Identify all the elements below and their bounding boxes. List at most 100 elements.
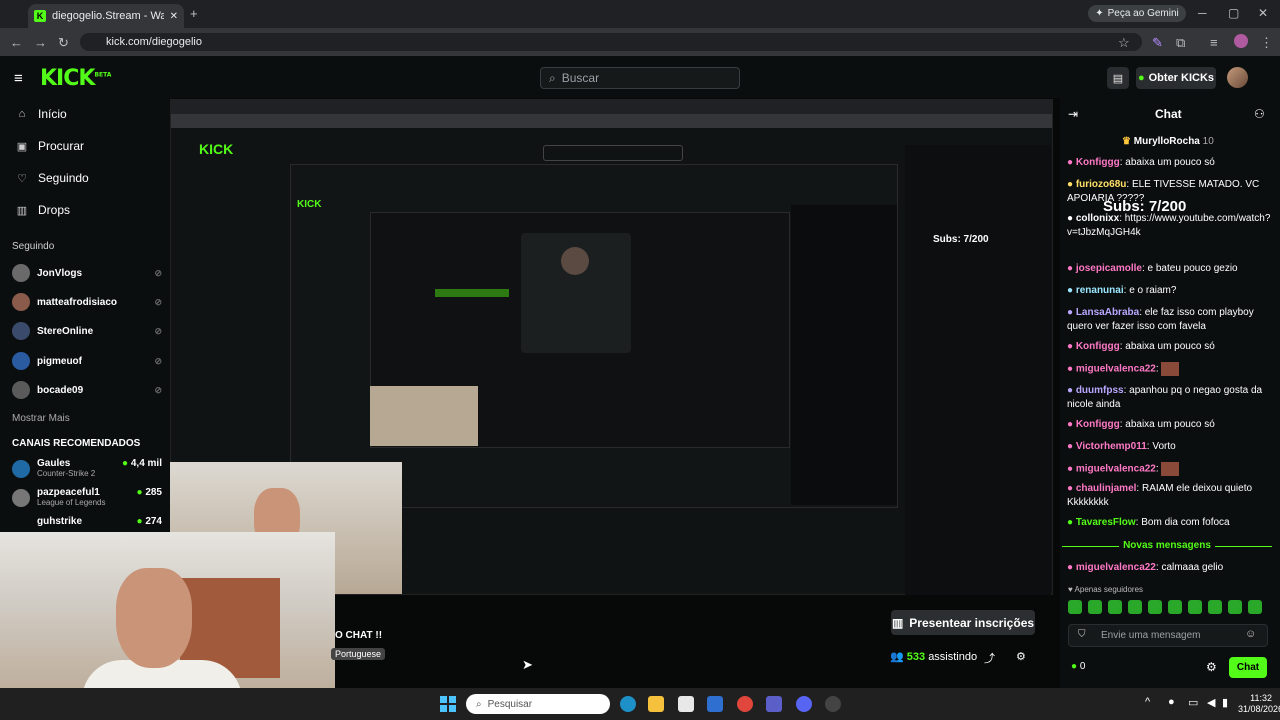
emote-icon[interactable] <box>1088 600 1102 614</box>
emote-icon[interactable] <box>1228 600 1242 614</box>
maximize-icon[interactable]: ▢ <box>1228 6 1239 20</box>
gift-subs-button[interactable]: ▥ Presentear inscrições <box>891 610 1035 635</box>
forward-icon[interactable]: → <box>34 35 47 50</box>
chat-username[interactable]: LansaAbraba <box>1076 307 1139 318</box>
chat-username[interactable]: josepicamolle <box>1076 263 1142 274</box>
recommended-channel[interactable]: Gaules Counter-Strike 2 ● 4,4 mil <box>12 458 162 478</box>
hide-icon[interactable]: ⊘ <box>154 356 162 367</box>
settings-sliders-icon[interactable]: ⚙ <box>1016 650 1026 663</box>
recommended-channel[interactable]: guhstrike ● 274 <box>12 516 162 527</box>
channel-avatar <box>12 264 30 282</box>
chat-username[interactable]: chaulinjamel <box>1076 483 1137 494</box>
media-icon[interactable]: ≡ <box>1210 35 1218 50</box>
chat-username[interactable]: Konfiggg <box>1076 157 1120 168</box>
close-window-icon[interactable]: ✕ <box>1258 6 1268 20</box>
file-explorer-icon[interactable] <box>648 696 664 712</box>
following-channel[interactable]: matteafrodisiaco ⊘ <box>12 293 162 311</box>
following-channel[interactable]: bocade09 ⊘ <box>12 381 162 399</box>
microphone-icon[interactable]: ● <box>1168 696 1175 708</box>
reload-icon[interactable]: ↻ <box>58 35 69 51</box>
hide-icon[interactable]: ⊘ <box>154 268 162 279</box>
following-channel[interactable]: pigmeuof ⊘ <box>12 352 162 370</box>
tray-chevron-icon[interactable]: ^ <box>1145 696 1150 708</box>
nav-label: Drops <box>38 203 71 217</box>
emote-icon[interactable] <box>1168 600 1182 614</box>
emote-icon[interactable] <box>1108 600 1122 614</box>
kick-logo[interactable]: KICKBETA <box>40 66 111 91</box>
hide-icon[interactable]: ⊘ <box>154 385 162 396</box>
gift-icon: ▥ <box>16 204 28 217</box>
chat-username[interactable]: furiozo68u <box>1076 179 1127 190</box>
search-input[interactable]: ⌕ Buscar <box>540 67 740 89</box>
taskbar-clock[interactable]: 11:32 31/08/2026 <box>1238 693 1280 715</box>
volume-icon[interactable]: ◀ <box>1207 696 1215 709</box>
chat-settings-icon[interactable]: ⚙ <box>1206 660 1217 674</box>
nav-procurar[interactable]: ▣ Procurar <box>16 139 84 153</box>
chat-username[interactable]: Victorhemp011 <box>1076 441 1147 452</box>
store-icon[interactable] <box>678 696 694 712</box>
emote-icon[interactable] <box>1208 600 1222 614</box>
emote-icon[interactable] <box>1148 600 1162 614</box>
minimize-icon[interactable]: ─ <box>1198 6 1207 20</box>
emote-icon[interactable] <box>1128 600 1142 614</box>
new-messages-label[interactable]: Novas mensagens <box>1062 540 1272 552</box>
emoji-icon[interactable]: ☺ <box>1245 628 1256 640</box>
gift-label: Presentear inscrições <box>909 615 1035 630</box>
chat-username[interactable]: TavaresFlow <box>1076 517 1136 528</box>
chat-badge-icon: ● <box>1067 517 1076 528</box>
profile-avatar[interactable] <box>1234 34 1248 48</box>
taskbar-search[interactable]: ⌕ Pesquisar <box>466 694 610 714</box>
chat-username[interactable]: duumfpss <box>1076 385 1124 396</box>
chat-username[interactable]: renanunai <box>1076 285 1124 296</box>
mail-icon[interactable] <box>707 696 723 712</box>
chat-badge-icon: ● <box>1067 179 1076 190</box>
chat-users-icon[interactable]: ⚇ <box>1254 107 1265 121</box>
windows-start-icon[interactable] <box>440 696 456 712</box>
teams-icon[interactable] <box>766 696 782 712</box>
extension-icon[interactable]: ✎ <box>1152 35 1163 51</box>
emote-icon[interactable] <box>1188 600 1202 614</box>
url-field[interactable]: kick.com/diegogelio <box>80 33 1142 51</box>
following-channel[interactable]: StereOnline ⊘ <box>12 322 162 340</box>
browser-tab[interactable]: K diegogelio.Stream - Watch ✕ <box>28 4 184 28</box>
extensions-puzzle-icon[interactable]: ⧉ <box>1176 35 1185 51</box>
recommended-channel[interactable]: pazpeaceful1 League of Legends ● 285 <box>12 487 162 507</box>
hide-icon[interactable]: ⊘ <box>154 297 162 308</box>
home-icon: ⌂ <box>18 108 26 120</box>
collapse-chat-icon[interactable]: ⇥ <box>1068 107 1078 121</box>
bookmark-star-icon[interactable]: ☆ <box>1118 35 1130 51</box>
show-more-link[interactable]: Mostrar Mais <box>12 413 70 424</box>
nav-drops[interactable]: ▥ Drops <box>16 203 70 217</box>
close-tab-icon[interactable]: ✕ <box>170 11 178 22</box>
chat-username[interactable]: miguelvalenca22 <box>1076 464 1156 475</box>
new-tab-icon[interactable]: + <box>190 6 198 21</box>
share-icon[interactable]: ⤴ <box>984 650 995 666</box>
chat-text: e bateu pouco gezio <box>1147 263 1238 274</box>
following-channel[interactable]: JonVlogs ⊘ <box>12 264 162 282</box>
battery-icon[interactable]: ▮ <box>1222 696 1228 709</box>
emote-icon[interactable] <box>1068 600 1082 614</box>
chat-username[interactable]: Konfiggg <box>1076 341 1120 352</box>
chat-send-button[interactable]: Chat <box>1229 657 1267 678</box>
chat-username[interactable]: Konfiggg <box>1076 419 1120 430</box>
emote-icon[interactable] <box>1248 600 1262 614</box>
chrome-icon[interactable] <box>737 696 753 712</box>
user-avatar[interactable] <box>1227 67 1248 88</box>
chat-input[interactable]: Envie uma mensagem <box>1068 624 1268 647</box>
hamburger-menu-icon[interactable]: ≡ <box>14 70 23 87</box>
back-icon[interactable]: ← <box>10 35 23 50</box>
discord-icon[interactable] <box>796 696 812 712</box>
hide-icon[interactable]: ⊘ <box>154 326 162 337</box>
network-icon[interactable]: ▭ <box>1188 696 1198 709</box>
browser-menu-icon[interactable]: ⋮ <box>1260 35 1273 51</box>
gemini-button[interactable]: ✦ Peça ao Gemini <box>1088 5 1186 22</box>
chat-username[interactable]: miguelvalenca22 <box>1076 562 1156 573</box>
chat-username[interactable]: miguelvalenca22 <box>1076 364 1156 375</box>
nav-inicio[interactable]: ⌂ Início <box>16 107 67 121</box>
nav-seguindo[interactable]: ♡ Seguindo <box>16 171 89 185</box>
viewer-number: 533 <box>906 651 926 663</box>
obter-kicks-button[interactable]: ● Obter KICKs <box>1136 67 1216 89</box>
edge-icon[interactable] <box>620 696 636 712</box>
library-icon[interactable]: ▤ <box>1107 67 1129 89</box>
app-icon[interactable] <box>825 696 841 712</box>
